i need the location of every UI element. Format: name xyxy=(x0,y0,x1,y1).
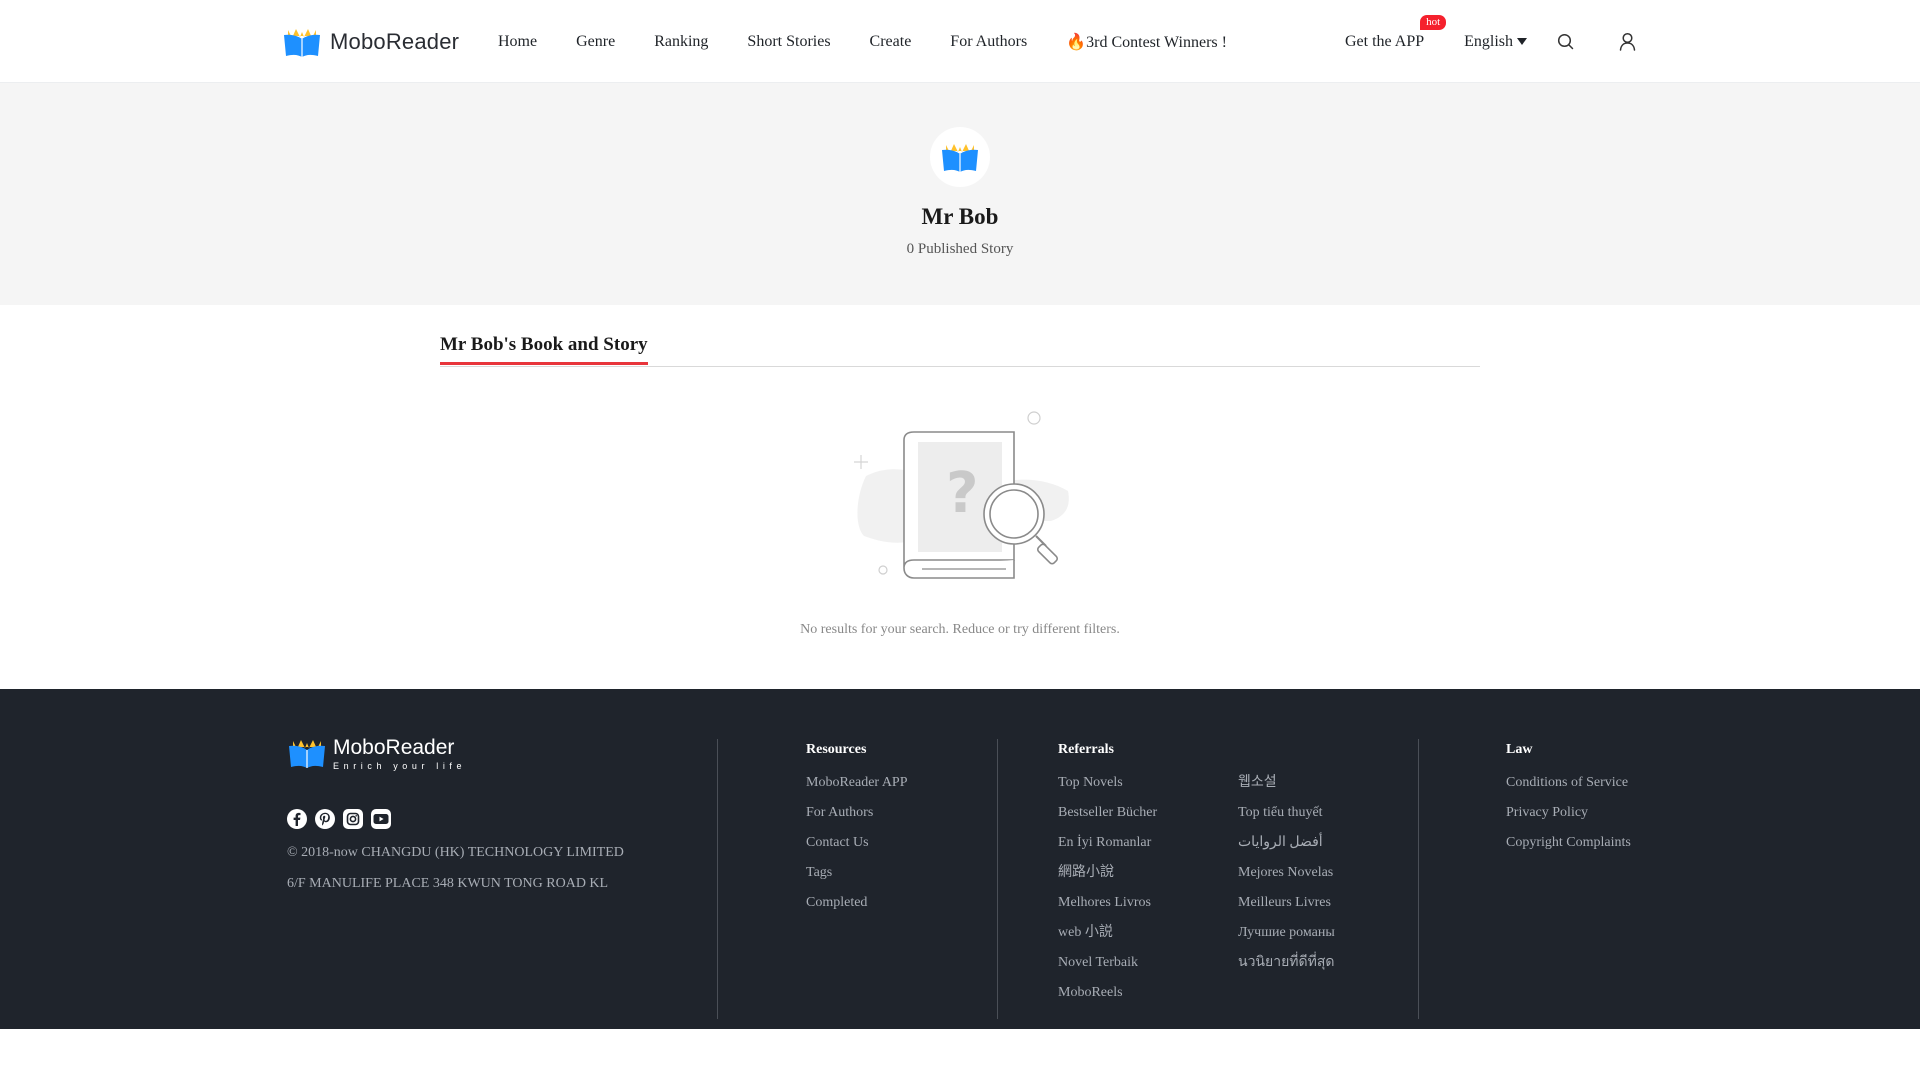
user-account-button[interactable] xyxy=(1616,31,1638,53)
section-divider xyxy=(440,366,1480,367)
user-icon xyxy=(1619,32,1635,51)
no-results-illustration-icon: ? xyxy=(854,411,1069,579)
footer-link-contact-us[interactable]: Contact Us xyxy=(806,828,908,858)
referrals-list-1: Top Novels Bestseller Bücher En İyi Roma… xyxy=(1058,768,1157,1008)
referral-link[interactable]: Novel Terbaik xyxy=(1058,948,1157,978)
author-avatar xyxy=(930,127,990,187)
referral-link[interactable]: web 小説 xyxy=(1058,918,1157,948)
nav-home[interactable]: Home xyxy=(498,33,537,51)
nav-ranking[interactable]: Ranking xyxy=(654,33,708,51)
referral-link[interactable]: Top tiểu thuyết xyxy=(1238,798,1335,828)
law-list: Conditions of Service Privacy Policy Cop… xyxy=(1506,768,1631,858)
referral-link[interactable]: 웹소설 xyxy=(1238,768,1335,798)
referral-link[interactable]: MoboReels xyxy=(1058,978,1157,1008)
contest-label: 3rd Contest Winners ! xyxy=(1086,33,1227,51)
footer-link-tags[interactable]: Tags xyxy=(806,858,908,888)
search-icon xyxy=(1557,33,1573,50)
footer-link-moboreader-app[interactable]: MoboReader APP xyxy=(806,768,908,798)
nav-short-stories[interactable]: Short Stories xyxy=(747,33,830,51)
open-book-avatar-icon xyxy=(942,144,978,172)
nav-genre[interactable]: Genre xyxy=(576,33,615,51)
footer-link-conditions[interactable]: Conditions of Service xyxy=(1506,768,1631,798)
nav-create[interactable]: Create xyxy=(870,33,912,51)
logo-text: MoboReader xyxy=(330,29,460,54)
referral-link[interactable]: Bestseller Bücher xyxy=(1058,798,1157,828)
referrals-list-2: 웹소설 Top tiểu thuyết أفضل الروايات Mejore… xyxy=(1238,768,1335,978)
instagram-icon xyxy=(346,812,360,826)
books-tab-title[interactable]: Mr Bob's Book and Story xyxy=(440,334,648,365)
referral-link[interactable]: 網路小說 xyxy=(1058,858,1157,888)
open-book-logo-icon xyxy=(289,740,325,768)
referral-link[interactable]: Лучшие романы xyxy=(1238,918,1335,948)
hot-badge: hot xyxy=(1420,14,1447,30)
facebook-icon xyxy=(293,812,301,826)
footer-logo[interactable]: MoboReader Enrich your life xyxy=(287,737,466,771)
search-button[interactable] xyxy=(1554,31,1576,53)
footer-link-completed[interactable]: Completed xyxy=(806,888,908,918)
footer-link-privacy[interactable]: Privacy Policy xyxy=(1506,798,1631,828)
published-count: 0 Published Story xyxy=(906,241,1014,257)
social-links xyxy=(287,809,391,829)
caret-down-icon xyxy=(1517,38,1528,45)
referral-link[interactable]: Top Novels xyxy=(1058,768,1157,798)
language-label: English xyxy=(1464,32,1514,50)
referral-link[interactable]: En İyi Romanlar xyxy=(1058,828,1157,858)
footer-divider xyxy=(717,739,718,1019)
main-nav: Home Genre Ranking Short Stories Create … xyxy=(498,0,1227,83)
youtube-icon xyxy=(373,814,389,824)
referral-link[interactable]: นวนิยายที่ดีที่สุด xyxy=(1238,948,1335,978)
svg-text:?: ? xyxy=(946,461,978,526)
referral-link[interactable]: Meilleurs Livres xyxy=(1238,888,1335,918)
header-tools: Get the APP hot English xyxy=(1345,0,1678,83)
referrals-title: Referrals xyxy=(1058,742,1114,757)
pinterest-icon xyxy=(319,812,330,826)
footer-divider xyxy=(1418,739,1419,1019)
referral-link[interactable]: أفضل الروايات xyxy=(1238,828,1335,858)
footer-divider xyxy=(997,739,998,1019)
law-title: Law xyxy=(1506,742,1533,757)
site-logo[interactable]: MoboReader xyxy=(282,26,459,58)
footer-link-for-authors[interactable]: For Authors xyxy=(806,798,908,828)
footer-logo-text: MoboReader xyxy=(333,736,455,759)
referral-link[interactable]: Melhores Livros xyxy=(1058,888,1157,918)
address-text: 6/F MANULIFE PLACE 348 KWUN TONG ROAD KL xyxy=(287,876,609,891)
get-app-link[interactable]: Get the APP hot xyxy=(1345,14,1447,51)
instagram-link[interactable] xyxy=(343,809,363,829)
language-selector[interactable]: English xyxy=(1464,32,1528,51)
top-header: MoboReader Home Genre Ranking Short Stor… xyxy=(0,0,1920,83)
site-footer: MoboReader Enrich your life © 2018-now C… xyxy=(0,689,1920,1029)
footer-tagline: Enrich your life xyxy=(333,761,467,771)
author-name: Mr Bob xyxy=(921,204,999,229)
fire-icon: 🔥 xyxy=(1066,33,1087,51)
referral-link[interactable]: Mejores Novelas xyxy=(1238,858,1335,888)
get-app-label: Get the APP xyxy=(1345,32,1425,50)
facebook-link[interactable] xyxy=(287,809,307,829)
copyright-text: © 2018-now CHANGDU (HK) TECHNOLOGY LIMIT… xyxy=(287,845,624,860)
nav-contest-winners[interactable]: 🔥3rd Contest Winners ! xyxy=(1066,32,1227,52)
pinterest-link[interactable] xyxy=(315,809,335,829)
resources-list: MoboReader APP For Authors Contact Us Ta… xyxy=(806,768,908,918)
author-profile-banner: Mr Bob 0 Published Story xyxy=(0,83,1920,305)
youtube-link[interactable] xyxy=(371,809,391,829)
resources-title: Resources xyxy=(806,742,867,757)
empty-state-message: No results for your search. Reduce or tr… xyxy=(800,622,1120,637)
open-book-logo-icon xyxy=(284,29,320,57)
footer-link-copyright[interactable]: Copyright Complaints xyxy=(1506,828,1631,858)
nav-for-authors[interactable]: For Authors xyxy=(950,33,1027,51)
